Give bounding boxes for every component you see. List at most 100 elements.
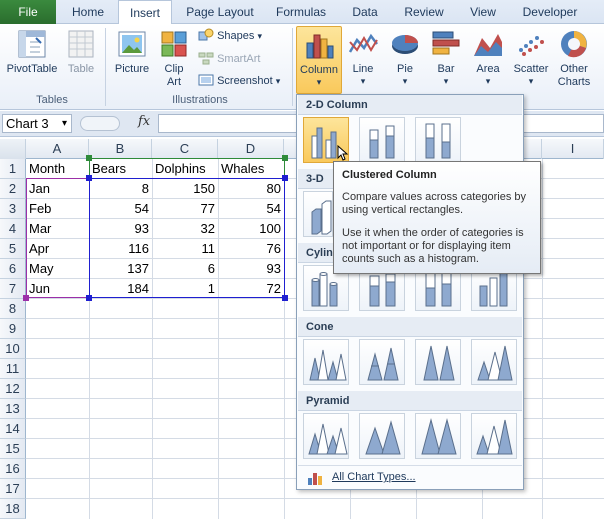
pyramid-option-2[interactable] <box>359 413 405 459</box>
row-header[interactable]: 1 <box>0 159 26 179</box>
column-header[interactable]: A <box>26 139 89 159</box>
pivottable-button[interactable]: PivotTable <box>4 28 60 76</box>
column-header[interactable]: B <box>89 139 152 159</box>
cell[interactable]: 150 <box>152 179 218 199</box>
cell[interactable]: Dolphins <box>152 159 218 179</box>
row-header[interactable]: 9 <box>0 319 26 339</box>
tab-view[interactable]: View <box>458 0 508 24</box>
range-handle[interactable] <box>86 155 92 161</box>
row-header[interactable]: 10 <box>0 339 26 359</box>
row-header[interactable]: 13 <box>0 399 26 419</box>
cell[interactable]: 77 <box>152 199 218 219</box>
column-chart-button[interactable]: Column ▾ <box>296 26 342 94</box>
tab-file[interactable]: File <box>0 0 56 24</box>
cone-option-1[interactable] <box>303 339 349 385</box>
range-handle[interactable] <box>282 295 288 301</box>
bar-chart-button[interactable]: Bar ▾ <box>428 28 464 86</box>
cell[interactable]: 54 <box>89 199 152 219</box>
cell[interactable]: 116 <box>89 239 152 259</box>
range-handle[interactable] <box>282 155 288 161</box>
row-header[interactable]: 18 <box>0 499 26 519</box>
line-chart-button[interactable]: Line ▾ <box>346 28 380 86</box>
cell[interactable]: Jun <box>26 279 89 299</box>
tab-formulas[interactable]: Formulas <box>268 0 334 24</box>
column-header[interactable]: D <box>218 139 284 159</box>
cell[interactable]: Apr <box>26 239 89 259</box>
range-handle[interactable] <box>86 295 92 301</box>
tab-developer[interactable]: Developer <box>514 0 586 24</box>
cell[interactable]: 184 <box>89 279 152 299</box>
screenshot-button[interactable]: Screenshot ▾ <box>198 72 280 90</box>
cell[interactable]: May <box>26 259 89 279</box>
cell[interactable]: Whales <box>218 159 284 179</box>
row-header[interactable]: 16 <box>0 459 26 479</box>
range-handle[interactable] <box>86 175 92 181</box>
chevron-down-icon[interactable]: ▾ <box>62 115 67 132</box>
cell[interactable]: 6 <box>152 259 218 279</box>
row-header[interactable]: 17 <box>0 479 26 499</box>
cell[interactable]: 54 <box>218 199 284 219</box>
row-header[interactable]: 12 <box>0 379 26 399</box>
clustered-column-option[interactable] <box>303 117 349 163</box>
tab-home[interactable]: Home <box>62 0 114 24</box>
cell[interactable]: Bears <box>89 159 152 179</box>
tab-review[interactable]: Review <box>396 0 452 24</box>
table-button[interactable]: Table <box>62 28 100 76</box>
cell[interactable]: 93 <box>89 219 152 239</box>
cell[interactable]: 11 <box>152 239 218 259</box>
insert-function-button[interactable]: fx <box>138 114 150 129</box>
cell[interactable]: Feb <box>26 199 89 219</box>
cone-option-3[interactable] <box>415 339 461 385</box>
cell[interactable]: 137 <box>89 259 152 279</box>
row-header[interactable]: 5 <box>0 239 26 259</box>
3d-column-option[interactable] <box>303 191 333 237</box>
scatter-chart-button[interactable]: Scatter ▾ <box>510 28 552 86</box>
pyramid-option-4[interactable] <box>471 413 517 459</box>
row-header[interactable]: 8 <box>0 299 26 319</box>
name-box[interactable]: Chart 3 ▾ <box>2 114 72 133</box>
pyramid-option-3[interactable] <box>415 413 461 459</box>
smartart-icon <box>198 52 214 65</box>
cell[interactable]: 32 <box>152 219 218 239</box>
all-chart-types-link[interactable]: All Chart Types... <box>298 465 522 489</box>
row-header[interactable]: 3 <box>0 199 26 219</box>
cell[interactable]: 80 <box>218 179 284 199</box>
cell[interactable]: 1 <box>152 279 218 299</box>
cell[interactable]: 76 <box>218 239 284 259</box>
range-handle[interactable] <box>282 175 288 181</box>
row-header[interactable]: 6 <box>0 259 26 279</box>
cell[interactable]: Month <box>26 159 89 179</box>
cell[interactable]: Jan <box>26 179 89 199</box>
row-header[interactable]: 14 <box>0 419 26 439</box>
3d-cone-icon <box>477 345 513 381</box>
shapes-button[interactable]: Shapes ▾ <box>198 27 262 45</box>
cone-option-4[interactable] <box>471 339 517 385</box>
clipart-button[interactable]: Clip Art <box>156 28 192 89</box>
cone-option-2[interactable] <box>359 339 405 385</box>
select-all-button[interactable] <box>0 139 26 159</box>
100-stacked-column-option[interactable] <box>415 117 461 163</box>
row-header[interactable]: 2 <box>0 179 26 199</box>
row-header[interactable]: 4 <box>0 219 26 239</box>
column-header[interactable]: C <box>152 139 218 159</box>
other-charts-button[interactable]: Other Charts <box>554 28 594 89</box>
cell[interactable]: 93 <box>218 259 284 279</box>
tab-data[interactable]: Data <box>340 0 390 24</box>
picture-button[interactable]: Picture <box>112 28 152 76</box>
smartart-button[interactable]: SmartArt <box>198 50 260 68</box>
pie-chart-button[interactable]: Pie ▾ <box>386 28 424 86</box>
tab-insert[interactable]: Insert <box>118 0 172 25</box>
cell[interactable]: Mar <box>26 219 89 239</box>
pyramid-option-1[interactable] <box>303 413 349 459</box>
tab-page-layout[interactable]: Page Layout <box>180 0 260 24</box>
stacked-column-option[interactable] <box>359 117 405 163</box>
cell[interactable]: 8 <box>89 179 152 199</box>
range-handle[interactable] <box>23 295 29 301</box>
row-header[interactable]: 11 <box>0 359 26 379</box>
formula-bar-expand-handle[interactable] <box>80 116 120 131</box>
column-header[interactable]: I <box>542 139 604 159</box>
cell[interactable]: 100 <box>218 219 284 239</box>
area-chart-button[interactable]: Area ▾ <box>470 28 506 86</box>
cell[interactable]: 72 <box>218 279 284 299</box>
row-header[interactable]: 15 <box>0 439 26 459</box>
